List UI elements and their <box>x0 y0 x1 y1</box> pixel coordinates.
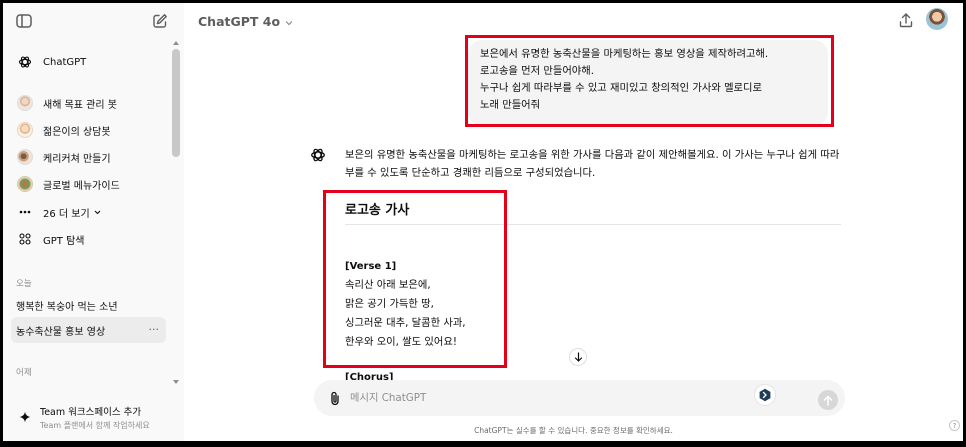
sidebar-item-label: 26 더 보기 <box>43 208 90 220</box>
help-button[interactable]: ? <box>949 420 960 431</box>
team-subtitle: Team 플랜에서 함께 작업하세요 <box>40 420 150 430</box>
message-input[interactable] <box>350 388 730 408</box>
sidebar-item-gpt-caricature[interactable]: 케리커쳐 만들기 <box>11 144 166 170</box>
sidebar-item-gpt-counsel[interactable]: 젊은이의 상담봇 <box>11 117 166 143</box>
history-item-label: 농수축산물 홍보 영상 <box>16 326 106 338</box>
model-selector[interactable]: ChatGPT 4o <box>198 11 293 31</box>
arrow-down-icon <box>574 352 582 362</box>
sidebar-item-gpt-menu-guide[interactable]: 글로벌 메뉴가이드 <box>11 171 166 197</box>
scroll-up-arrow-icon[interactable] <box>173 41 179 45</box>
assistant-intro-text: 보은의 유명한 농축산물을 마케팅하는 로고송을 위한 가사를 다음과 같이 제… <box>345 149 840 179</box>
sidebar-scroll-thumb[interactable] <box>172 49 180 157</box>
team-title: Team 워크스페이스 추가 <box>40 406 142 418</box>
sidebar: ChatGPT 새해 목표 관리 봇 젊은이의 상담봇 케리커쳐 만들기 글로벌… <box>3 3 184 441</box>
send-button[interactable] <box>818 390 838 410</box>
chat-main: ChatGPT 4o 보은에서 유명한 농축산물을 마케팅하는 홍보 영상을 제… <box>184 3 963 441</box>
sidebar-item-label: 글로벌 메뉴가이드 <box>43 180 120 192</box>
sidebar-item-label: GPT 탐색 <box>43 235 85 247</box>
avatar <box>17 122 33 138</box>
sidebar-toggle-icon[interactable] <box>13 11 35 31</box>
sidebar-item-explore-gpts[interactable]: GPT 탐색 <box>11 226 166 252</box>
openai-icon <box>310 147 328 165</box>
openai-icon <box>16 53 34 71</box>
sidebar-item-more[interactable]: 26 더 보기 <box>11 199 166 225</box>
history-item-active[interactable]: 농수축산물 홍보 영상 ··· <box>11 317 166 343</box>
avatar <box>17 95 33 111</box>
scroll-to-bottom-button[interactable] <box>569 348 587 366</box>
ellipsis-icon <box>16 203 34 221</box>
history-item-label: 행복한 복숭아 먹는 소년 <box>16 301 118 313</box>
sidebar-item-label: 케리커쳐 만들기 <box>43 153 111 165</box>
scroll-down-arrow-icon[interactable] <box>173 380 179 384</box>
sidebar-header <box>3 3 184 37</box>
sidebar-item-label: 새해 목표 관리 봇 <box>43 99 117 111</box>
new-chat-icon[interactable] <box>149 10 171 32</box>
grid-icon <box>16 230 34 248</box>
highlight-box-lyrics <box>323 190 507 368</box>
avatar <box>17 176 33 192</box>
share-icon[interactable] <box>895 9 917 31</box>
model-name: ChatGPT 4o <box>198 13 281 29</box>
paperclip-icon[interactable] <box>326 389 344 407</box>
sidebar-item-gpt-new-year[interactable]: 새해 목표 관리 봇 <box>11 90 166 116</box>
section-label-yesterday: 어제 <box>16 368 32 378</box>
history-item-clipped[interactable] <box>11 385 121 393</box>
sidebar-item-label: ChatGPT <box>43 56 87 68</box>
add-team-workspace-button[interactable]: Team 워크스페이스 추가 Team 플랜에서 함께 작업하세요 <box>11 399 171 435</box>
chevron-down-icon <box>94 210 101 215</box>
sparkle-icon <box>16 408 34 426</box>
sidebar-item-chatgpt[interactable]: ChatGPT <box>11 49 166 75</box>
chevron-down-icon <box>285 14 293 29</box>
avatar <box>17 149 33 165</box>
section-label-today: 오늘 <box>16 279 32 289</box>
app-window: ChatGPT 새해 목표 관리 봇 젊은이의 상담봇 케리커쳐 만들기 글로벌… <box>3 3 963 441</box>
arrow-up-icon <box>823 395 833 406</box>
user-avatar[interactable] <box>926 8 948 30</box>
options-ellipsis-icon[interactable]: ··· <box>149 323 160 336</box>
sidebar-item-label: 젊은이의 상담봇 <box>43 126 111 138</box>
extension-badge-icon[interactable] <box>755 385 775 405</box>
disclaimer-text: ChatGPT는 실수를 할 수 있습니다. 중요한 정보를 확인하세요. <box>474 426 673 435</box>
highlight-box-user-message <box>465 35 834 127</box>
history-item[interactable]: 행복한 복숭아 먹는 소년 <box>11 292 166 318</box>
